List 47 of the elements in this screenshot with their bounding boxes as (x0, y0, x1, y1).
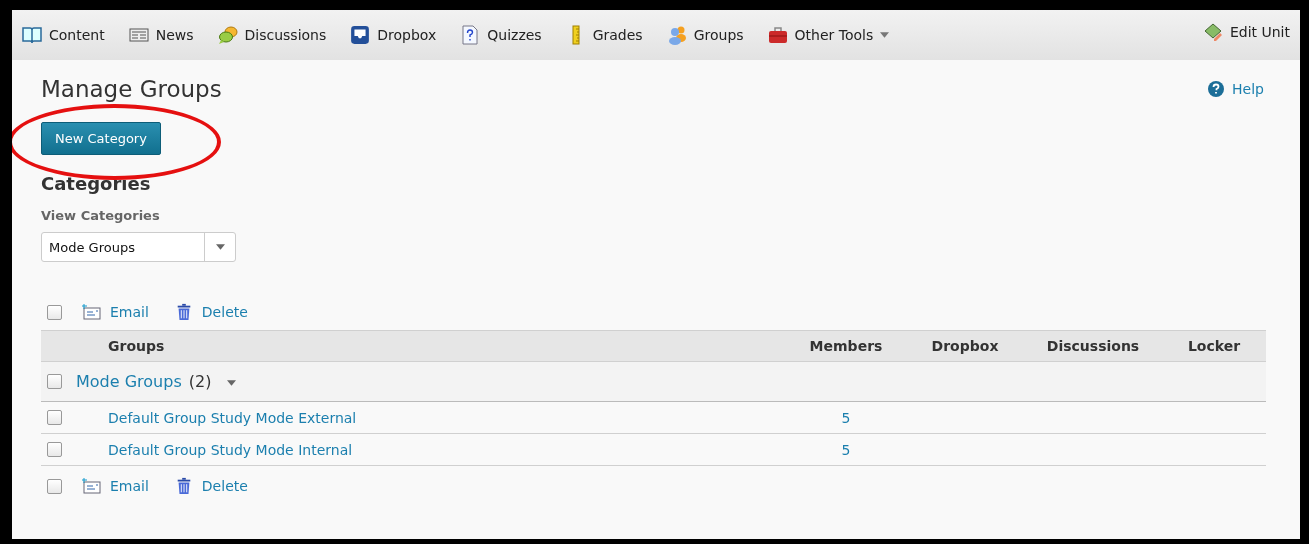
nav-link[interactable]: Discussions (217, 25, 327, 45)
email-link[interactable]: Email (82, 303, 149, 321)
help-icon (1208, 81, 1225, 97)
field-label: View Categories (41, 208, 161, 223)
category-dropdown[interactable]: Mode Groups (41, 232, 236, 262)
edit-unit-link[interactable]: Edit Unit (1202, 22, 1290, 42)
nav-link[interactable]: Groups (666, 25, 744, 45)
column-header: Locker (1187, 338, 1241, 354)
nav-link[interactable]: Grades (565, 25, 643, 45)
newspaper-icon (128, 25, 149, 45)
speech-bubbles-icon (217, 25, 238, 45)
members-link[interactable]: 5 (841, 441, 851, 458)
column-header: Groups (108, 338, 165, 354)
inbox-tray-icon (350, 25, 371, 45)
column-header: Dropbox (931, 338, 999, 354)
checkbox[interactable] (47, 478, 62, 494)
envelope-icon (82, 477, 102, 495)
envelope-icon (82, 303, 102, 321)
members-link[interactable]: 5 (841, 409, 851, 426)
page-title: Manage Groups (41, 76, 222, 102)
question-document-icon (460, 25, 481, 45)
nav-link[interactable]: Dropbox (350, 25, 437, 45)
section-heading: Categories (41, 173, 152, 194)
email-link[interactable]: Email (82, 477, 149, 495)
nav-link[interactable]: News (128, 25, 194, 45)
nav-link[interactable]: Content (22, 25, 105, 45)
group-link[interactable]: Default Group Study Mode Internal (108, 441, 353, 458)
new-category-button[interactable]: New Category (41, 122, 161, 155)
checkbox[interactable] (47, 304, 62, 320)
checkbox[interactable] (47, 410, 62, 425)
caret-icon (215, 244, 225, 250)
column-header: Members (809, 338, 883, 354)
caret-icon[interactable] (227, 380, 237, 386)
checkbox[interactable] (47, 442, 62, 457)
checkbox[interactable] (47, 374, 62, 389)
toolbox-icon (767, 25, 788, 45)
category-link[interactable]: Mode Groups (76, 372, 182, 391)
delete-link[interactable]: Delete (173, 303, 248, 321)
nav-link[interactable]: Other Tools (767, 25, 890, 45)
group-count: (2) (188, 372, 212, 391)
help-link[interactable]: Help (1208, 81, 1264, 97)
column-header: Discussions (1046, 338, 1140, 354)
nav-link[interactable]: Quizzes (460, 25, 542, 45)
delete-link[interactable]: Delete (173, 477, 248, 495)
book-icon (22, 25, 42, 45)
group-link[interactable]: Default Group Study Mode External (108, 409, 357, 426)
people-icon (666, 25, 687, 45)
